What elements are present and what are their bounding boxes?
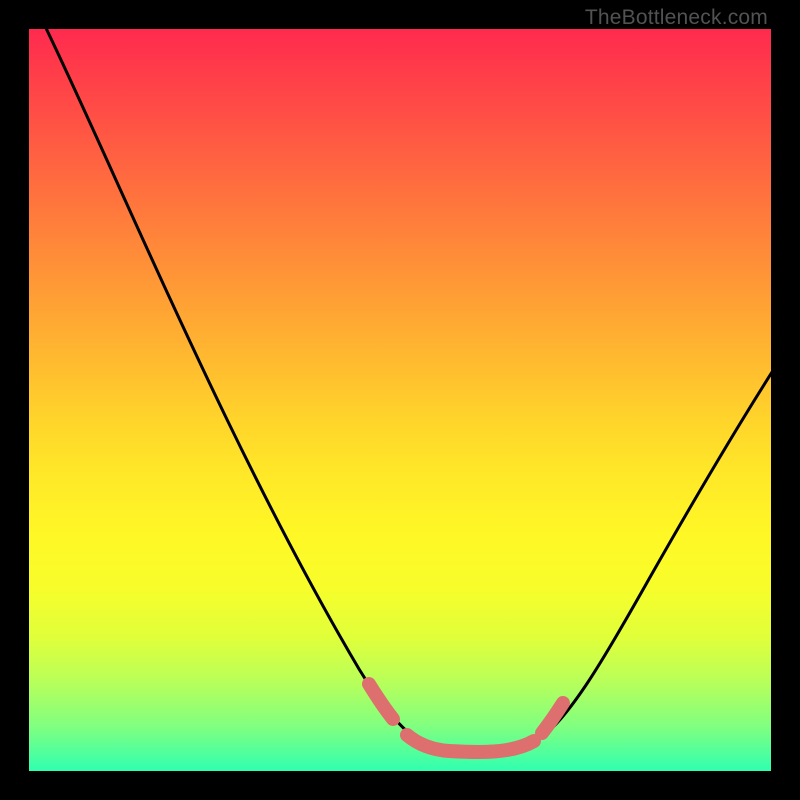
highlight-bump xyxy=(499,745,509,755)
highlight-bump xyxy=(459,747,469,757)
highlight-seg-right xyxy=(542,703,563,733)
highlight-bump xyxy=(439,746,449,756)
watermark-text: TheBottleneck.com xyxy=(585,6,768,30)
bottleneck-chart: TheBottleneck.com xyxy=(0,0,800,800)
highlight-seg-left xyxy=(369,684,393,719)
highlight-bump xyxy=(479,747,489,757)
curve-layer xyxy=(29,29,771,771)
highlight-bump xyxy=(422,743,432,753)
bottleneck-curve-path xyxy=(44,29,771,752)
